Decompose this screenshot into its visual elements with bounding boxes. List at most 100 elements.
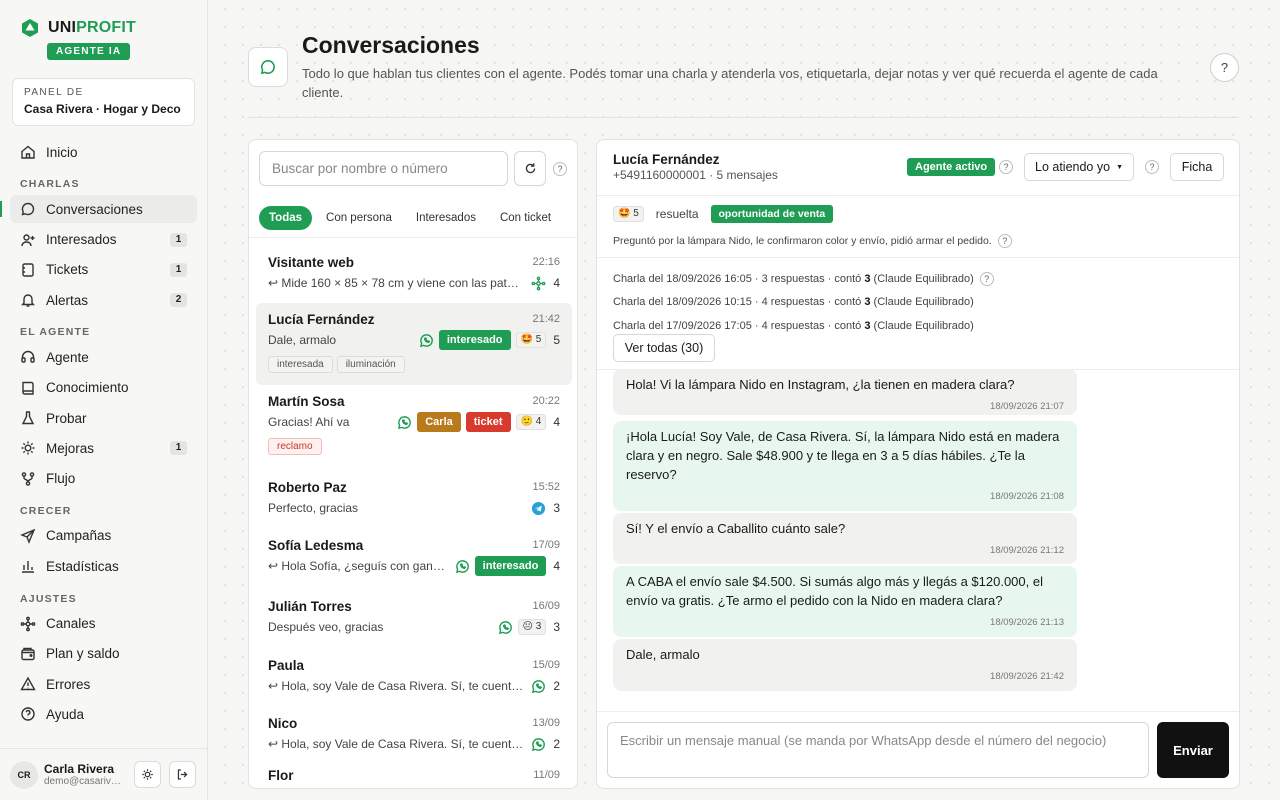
caret-down-icon: ▼	[1116, 163, 1123, 171]
divider	[248, 117, 1239, 118]
conversation-preview: Perfecto, gracias	[268, 501, 359, 515]
sidebar-item-agente[interactable]: Agente	[10, 343, 197, 371]
conversation-preview: Dale, armalo	[268, 333, 337, 347]
interest-tag: interesado	[438, 330, 511, 350]
list-item[interactable]: Lucía Fernández 21:42 Dale, armalo inter…	[256, 303, 572, 385]
warning-icon	[20, 676, 36, 692]
sidebar-item-canales[interactable]: Canales	[10, 610, 197, 638]
list-item[interactable]: Sofía Ledesma 17/09 ↩ Hola Sofía, ¿seguí…	[256, 529, 572, 590]
list-item[interactable]: Paula 15/09 ↩ Hola, soy Vale de Casa Riv…	[256, 649, 572, 707]
help-icon[interactable]: ?	[999, 160, 1013, 174]
sun-icon	[142, 769, 153, 780]
view-all-button[interactable]: Ver todas (30)	[613, 334, 715, 362]
search-input[interactable]	[259, 151, 508, 186]
divider	[249, 237, 577, 238]
history-item[interactable]: Charla del 18/09/2026 16:05 · 3 respuest…	[613, 267, 994, 291]
list-item[interactable]: Julián Torres 16/09 Después veo, gracias…	[256, 590, 572, 649]
help-icon[interactable]: ?	[1145, 160, 1159, 174]
list-item[interactable]: Nico 13/09 ↩ Hola, soy Vale de Casa Rive…	[256, 707, 572, 759]
list-item[interactable]: Visitante web 22:16 ↩ Mide 160 × 85 × 78…	[256, 246, 572, 303]
sidebar-item-mejoras[interactable]: Mejoras 1	[10, 434, 197, 462]
message-outgoing: A CABA el envío sale $4.500. Si sumás al…	[613, 566, 1077, 637]
interest-tag: interesado	[474, 556, 547, 576]
conversation-name: Sofía Ledesma	[268, 538, 364, 553]
filter-todas[interactable]: Todas	[259, 206, 313, 230]
sidebar-item-plan[interactable]: Plan y saldo	[10, 640, 197, 668]
user-name: Carla Rivera	[44, 762, 115, 776]
profile-button[interactable]: Ficha	[1170, 153, 1224, 181]
manual-message-input[interactable]	[607, 722, 1149, 778]
sidebar-item-inicio[interactable]: Inicio	[10, 138, 197, 166]
divider	[597, 257, 1239, 258]
list-item[interactable]: Flor 11/09	[256, 759, 572, 788]
sidebar-item-label: Inicio	[46, 144, 78, 160]
business-panel[interactable]: PANEL DE Casa Rivera · Hogar y Deco	[12, 78, 195, 126]
sidebar-item-alertas[interactable]: Alertas 2	[10, 286, 197, 314]
message-count: 2	[553, 737, 560, 751]
sidebar-item-conversaciones[interactable]: Conversaciones	[0, 195, 197, 224]
conversation-name: Julián Torres	[268, 599, 352, 614]
sidebar-item-tickets[interactable]: Tickets 1	[10, 256, 197, 284]
sidebar-item-label: Campañas	[46, 528, 112, 544]
list-item[interactable]: Martín Sosa 20:22 Gracias! Ahí va Carla …	[256, 385, 572, 471]
message-text: ¡Hola Lucía! Soy Vale, de Casa Rivera. S…	[626, 429, 1060, 482]
conversation-time: 17/09	[532, 539, 560, 551]
help-icon[interactable]: ?	[979, 271, 994, 286]
panel-business-name: Casa Rivera · Hogar y Deco	[24, 102, 181, 116]
filter-con-ticket[interactable]: Con ticket	[490, 206, 561, 230]
headset-icon	[20, 349, 36, 365]
web-channel-icon	[531, 276, 546, 290]
sidebar-item-label: Errores	[46, 676, 91, 692]
score-badge: 😐 3	[517, 619, 547, 635]
send-button[interactable]: Enviar	[1157, 722, 1229, 778]
page-help-button[interactable]: ?	[1210, 53, 1239, 82]
sidebar-item-label: Alertas	[46, 292, 89, 308]
conversation-time: 13/09	[532, 717, 560, 729]
history-item[interactable]: Charla del 18/09/2026 10:15 · 4 respuest…	[613, 291, 994, 315]
ticket-icon	[20, 262, 36, 278]
conversation-list-panel: ? Todas Con persona Interesados Con tick…	[248, 139, 578, 789]
sidebar-item-flujo[interactable]: Flujo	[10, 465, 197, 493]
avatar[interactable]: CR	[10, 760, 38, 789]
message-text: A CABA el envío sale $4.500. Si sumás al…	[626, 574, 1043, 608]
summary-row: 🤩 5 resuelta oportunidad de venta	[613, 205, 834, 223]
logout-icon	[177, 769, 188, 780]
score-badge: 🤩 5	[613, 206, 644, 222]
divider	[597, 711, 1239, 712]
sidebar-item-label: Ayuda	[46, 706, 85, 722]
message-incoming: Hola! Vi la lámpara Nido en Instagram, ¿…	[613, 369, 1077, 415]
conversation-history: Charla del 18/09/2026 16:05 · 3 respuest…	[613, 267, 994, 338]
home-icon	[20, 144, 36, 160]
refresh-button[interactable]	[514, 151, 546, 186]
whatsapp-icon	[532, 679, 546, 693]
take-over-dropdown[interactable]: Lo atiendo yo ▼	[1024, 153, 1134, 181]
sidebar-item-label: Canales	[46, 616, 96, 632]
sidebar-item-conocimiento[interactable]: Conocimiento	[10, 374, 197, 402]
list-item[interactable]: Roberto Paz 15:52 Perfecto, gracias 3	[256, 471, 572, 529]
sidebar-item-probar[interactable]: Probar	[10, 404, 197, 432]
message-count: 2	[553, 679, 560, 693]
refresh-icon	[525, 163, 535, 174]
conversation-label: interesada	[268, 356, 333, 373]
page-title: Conversaciones	[302, 32, 480, 58]
help-icon[interactable]: ?	[553, 162, 567, 176]
sidebar-item-campanas[interactable]: Campañas	[10, 522, 197, 550]
sidebar-item-estadisticas[interactable]: Estadísticas	[10, 552, 197, 580]
conversation-time: 15/09	[532, 659, 560, 671]
sidebar-item-errores[interactable]: Errores	[10, 670, 197, 698]
page-icon	[248, 47, 288, 87]
sidebar-item-ayuda[interactable]: Ayuda	[10, 700, 197, 728]
message-incoming: Dale, armalo 18/09/2026 21:42	[613, 639, 1077, 691]
sidebar-item-interesados[interactable]: Interesados 1	[10, 226, 197, 254]
filter-interesados[interactable]: Interesados	[406, 206, 486, 230]
conversation-name: Visitante web	[268, 255, 355, 270]
brand[interactable]: UNIPROFIT AGENTE IA	[20, 18, 136, 60]
message-time: 18/09/2026 21:07	[990, 401, 1064, 412]
conversation-time: 21:42	[532, 313, 560, 325]
message-incoming: Sí! Y el envío a Caballito cuánto sale? …	[613, 513, 1077, 564]
theme-toggle-button[interactable]	[134, 761, 161, 788]
logout-button[interactable]	[169, 761, 196, 788]
sidebar-nav: Inicio CHARLAS Conversaciones Interesado…	[0, 138, 197, 731]
help-icon[interactable]: ?	[997, 234, 1012, 248]
filter-con-persona[interactable]: Con persona	[316, 206, 402, 230]
